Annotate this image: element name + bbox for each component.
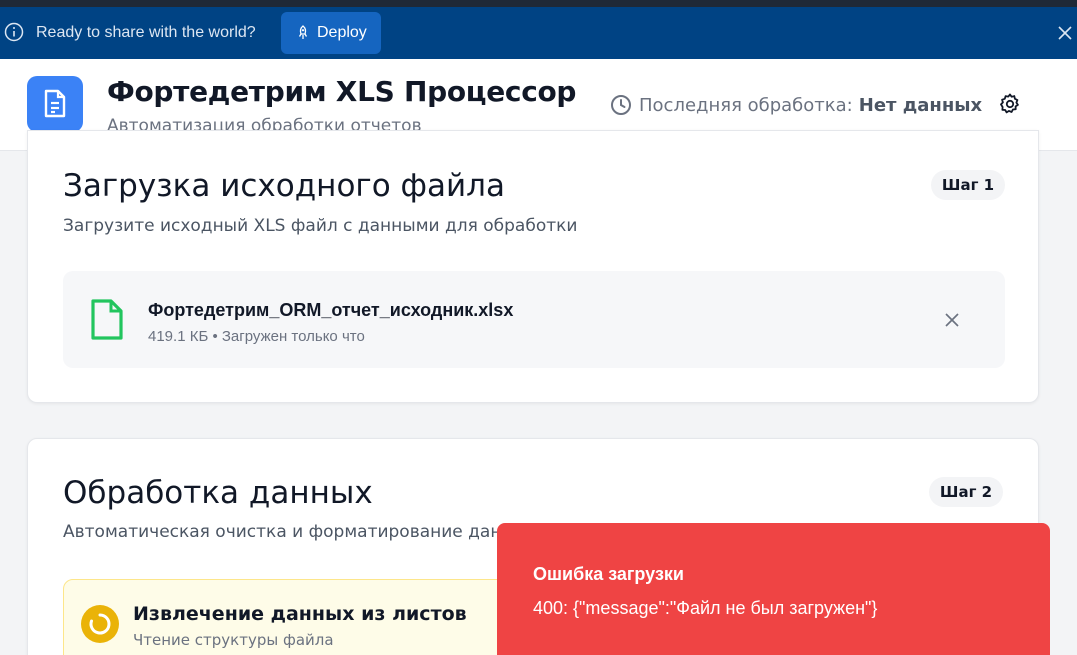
clock-icon (611, 95, 631, 115)
upload-card-description: Загрузите исходный XLS файл с данными дл… (63, 216, 578, 236)
deploy-banner: Ready to share with the world? Deploy (0, 7, 1077, 59)
file-icon (91, 299, 123, 340)
toast-message: 400: {"message":"Файл не был загружен"} (533, 598, 878, 618)
spinner-icon (81, 605, 119, 643)
upload-card: Загрузка исходного файла Загрузите исход… (27, 130, 1039, 403)
uploaded-file: Фортедетрим_ORM_отчет_исходник.xlsx 419.… (63, 271, 1005, 368)
rocket-icon (298, 25, 308, 39)
info-icon (4, 22, 24, 42)
app-title: Фортедетрим XLS Процессор (107, 75, 577, 108)
file-meta: 419.1 КБ • Загружен только что (148, 328, 365, 345)
status-subtitle: Чтение структуры файла (133, 631, 334, 649)
document-icon (44, 89, 66, 118)
app-logo (27, 76, 83, 132)
processing-card-title: Обработка данных (63, 475, 373, 511)
step-badge: Шаг 1 (931, 170, 1005, 200)
last-processing: Последняя обработка: Нет данных (610, 94, 982, 116)
step-badge: Шаг 2 (929, 477, 1003, 507)
error-toast[interactable]: Ошибка загрузки 400: {"message":"Файл не… (497, 523, 1050, 655)
file-name: Фортедетрим_ORM_отчет_исходник.xlsx (148, 300, 514, 320)
deploy-label: Deploy (317, 24, 367, 41)
status-title: Извлечение данных из листов (133, 603, 467, 625)
deploy-button[interactable]: Deploy (281, 12, 381, 54)
banner-text: Ready to share with the world? (36, 24, 256, 41)
processing-card-description: Автоматическая очистка и форматирование … (63, 522, 537, 542)
window-top-strip (0, 0, 1077, 7)
upload-card-title: Загрузка исходного файла (63, 168, 505, 204)
gear-icon[interactable] (998, 92, 1022, 116)
last-processing-label: Последняя обработка: (639, 94, 853, 116)
last-processing-value: Нет данных (858, 94, 983, 116)
close-icon[interactable] (943, 311, 961, 329)
close-icon[interactable] (1056, 24, 1074, 42)
toast-title: Ошибка загрузки (533, 564, 684, 584)
